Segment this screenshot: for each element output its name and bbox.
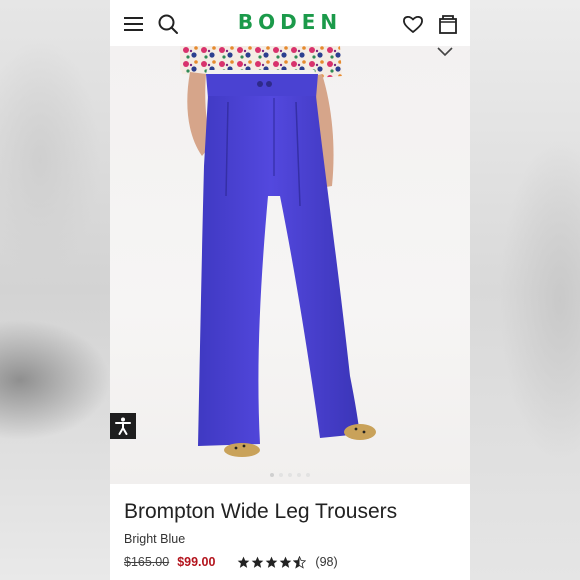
backdrop-left (0, 0, 110, 580)
review-count[interactable]: (98) (315, 555, 337, 569)
sale-price: $99.00 (177, 555, 216, 569)
star-full-icon (266, 556, 278, 568)
chevron-down-icon[interactable] (436, 46, 454, 58)
heart-icon[interactable] (402, 13, 424, 35)
star-rating[interactable] (237, 555, 307, 569)
carousel-dot[interactable] (270, 473, 274, 477)
accessibility-person-icon (115, 417, 131, 435)
star-full-icon (280, 556, 292, 568)
product-photo (180, 46, 376, 457)
accessibility-button[interactable] (110, 413, 136, 439)
site-header: BODEN (110, 0, 470, 46)
product-title: Brompton Wide Leg Trousers (124, 500, 398, 523)
star-full-icon (252, 556, 264, 568)
star-half-icon (293, 555, 307, 569)
price-row: $165.00 $99.00 (98) (124, 555, 338, 569)
carousel-dots (110, 473, 470, 479)
product-info: Brompton Wide Leg Trousers Bright Blue $… (110, 484, 470, 580)
backdrop-right (470, 0, 580, 580)
product-color: Bright Blue (124, 532, 186, 546)
carousel-dot[interactable] (297, 473, 301, 477)
product-image-gallery[interactable] (110, 46, 470, 484)
original-price: $165.00 (124, 555, 170, 569)
product-page: BODEN Brompton Wide Leg Trousers Bright … (110, 0, 470, 580)
shopping-bag-icon[interactable] (437, 13, 459, 35)
carousel-dot[interactable] (306, 473, 310, 477)
star-full-icon (238, 556, 250, 568)
carousel-dot[interactable] (288, 473, 292, 477)
carousel-dot[interactable] (279, 473, 283, 477)
